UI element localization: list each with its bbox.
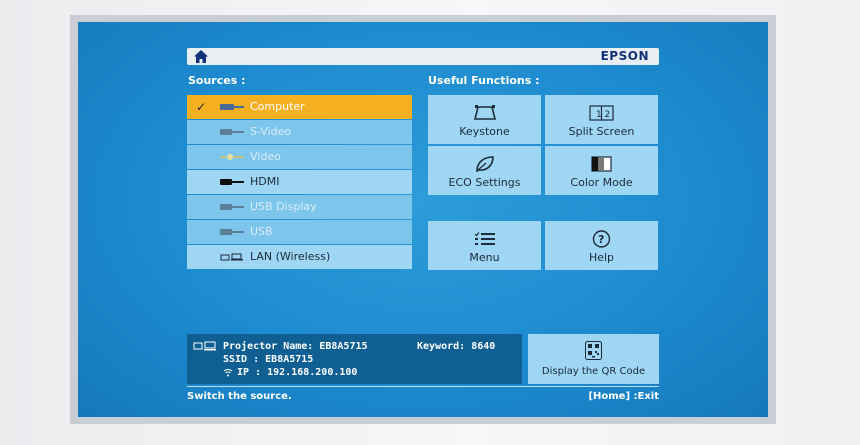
- source-item-s-video[interactable]: S-Video: [187, 120, 412, 144]
- eco-settings-label: ECO Settings: [448, 176, 521, 189]
- ip-row: IP : 192.168.200.100: [237, 367, 357, 378]
- source-label: S-Video: [250, 125, 292, 138]
- split-screen-icon: 1 2: [589, 105, 614, 121]
- color-mode-button[interactable]: Color Mode: [545, 146, 658, 195]
- hdmi-port-icon: [220, 179, 244, 185]
- source-item-video[interactable]: Video: [187, 145, 412, 169]
- source-label: HDMI: [250, 175, 280, 188]
- source-item-usb-display[interactable]: USB Display: [187, 195, 412, 219]
- source-item-hdmi[interactable]: HDMI: [187, 170, 412, 194]
- eco-settings-button[interactable]: ECO Settings: [428, 146, 541, 195]
- source-label: Video: [250, 150, 281, 163]
- keystone-label: Keystone: [459, 125, 510, 138]
- source-label: Computer: [250, 100, 305, 113]
- brand-logo: EPSON: [600, 49, 649, 63]
- footer-bar: Switch the source. [Home] :Exit: [187, 386, 659, 405]
- ssid-value: EB8A5715: [265, 354, 314, 365]
- svg-text:1: 1: [596, 110, 602, 120]
- keyword-label: Keyword:: [417, 341, 466, 352]
- split-screen-button[interactable]: 1 2 Split Screen: [545, 95, 658, 144]
- ip-value: 192.168.200.100: [267, 367, 358, 378]
- projector-name-label: Projector Name:: [223, 341, 314, 352]
- keystone-icon: [473, 105, 497, 120]
- source-item-lan-wireless[interactable]: LAN (Wireless): [187, 245, 412, 269]
- home-icon[interactable]: [193, 49, 209, 64]
- keystone-button[interactable]: Keystone: [428, 95, 541, 144]
- svg-text:?: ?: [598, 233, 604, 246]
- help-hint-text: Switch the source.: [187, 391, 292, 402]
- top-bar: EPSON: [187, 48, 659, 65]
- ssid-label: SSID :: [223, 354, 260, 365]
- checkmark-icon: ✓: [196, 100, 207, 114]
- network-icon: [193, 341, 216, 351]
- ssid-row: SSID : EB8A5715: [223, 354, 313, 365]
- color-mode-icon: [591, 156, 612, 172]
- menu-button[interactable]: Menu: [428, 221, 541, 270]
- help-label: Help: [588, 251, 615, 264]
- source-label: USB Display: [250, 200, 317, 213]
- display-qr-code-button[interactable]: Display the QR Code: [528, 334, 659, 384]
- color-mode-label: Color Mode: [570, 176, 633, 189]
- leaf-icon: [476, 156, 494, 173]
- source-label: USB: [250, 225, 273, 238]
- qr-code-icon: [585, 341, 602, 360]
- keyword-value: 8640: [471, 341, 496, 352]
- projector-name-value: EB8A5715: [319, 341, 368, 352]
- help-icon: ?: [592, 230, 611, 248]
- exit-hint-text: [Home] :Exit: [588, 391, 659, 402]
- wifi-icon: [223, 369, 233, 377]
- usb-port-icon: [220, 229, 244, 235]
- qr-code-label: Display the QR Code: [541, 366, 646, 377]
- ip-label: IP :: [237, 367, 262, 378]
- s-video-port-icon: [220, 129, 244, 135]
- wireless-lan-icon: [220, 253, 243, 261]
- projector-name-row: Projector Name: EB8A5715: [223, 341, 368, 352]
- svg-text:2: 2: [605, 110, 611, 120]
- keyword-row: Keyword: 8640: [417, 341, 495, 352]
- source-item-usb[interactable]: USB: [187, 220, 412, 244]
- usb-display-port-icon: [220, 204, 244, 210]
- source-list: ✓ Computer S-Video Video HDMI USB Displa…: [187, 95, 412, 270]
- source-item-computer[interactable]: ✓ Computer: [187, 95, 412, 119]
- useful-functions-title: Useful Functions :: [428, 74, 540, 87]
- menu-label: Menu: [469, 251, 500, 264]
- computer-port-icon: [220, 104, 244, 110]
- split-screen-label: Split Screen: [568, 125, 635, 138]
- sources-title: Sources :: [188, 74, 246, 87]
- help-button[interactable]: ? Help: [545, 221, 658, 270]
- source-label: LAN (Wireless): [250, 250, 331, 263]
- network-info-panel: Projector Name: EB8A5715 Keyword: 8640 S…: [187, 334, 522, 384]
- video-port-icon: [220, 154, 244, 160]
- menu-list-icon: [474, 232, 495, 245]
